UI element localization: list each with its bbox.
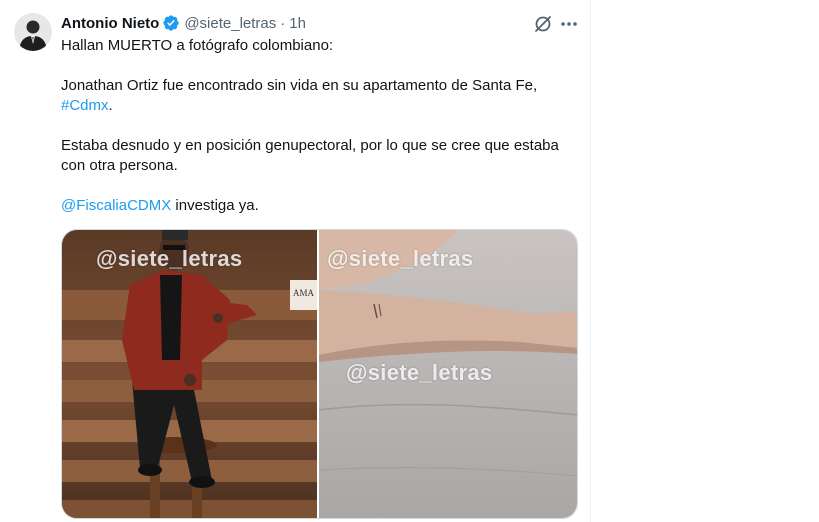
tweet-paragraph-1: Hallan MUERTO a fotógrafo colombiano:	[61, 37, 334, 54]
tweet-text: Hallan MUERTO a fotógrafo colombiano: Jo…	[61, 36, 581, 236]
sign-text: AMA	[293, 288, 315, 298]
separator-dot: ·	[280, 14, 286, 32]
display-name[interactable]: Antonio Nieto	[61, 15, 159, 32]
timestamp[interactable]: 1h	[289, 15, 306, 32]
tweet-paragraph-4: @FiscaliaCDMX investiga ya.	[61, 196, 581, 216]
photo-1-image: AMA	[62, 230, 317, 518]
tweet-header: Antonio Nieto @siete_letras · 1h	[61, 13, 306, 33]
verified-badge-icon	[162, 14, 180, 32]
media-photo-2[interactable]: @siete_letras @siete_letras	[319, 230, 577, 518]
tweet-paragraph-2: Jonathan Ortiz fue encontrado sin vida e…	[61, 76, 581, 116]
watermark-1: @siete_letras	[96, 246, 243, 271]
hashtag-link[interactable]: #Cdmx	[61, 97, 109, 114]
tweet[interactable]: Antonio Nieto @siete_letras · 1h Hallan …	[0, 0, 591, 522]
mention-link[interactable]: @FiscaliaCDMX	[61, 197, 171, 214]
paragraph-2-text: Jonathan Ortiz fue encontrado sin vida e…	[61, 77, 538, 94]
paragraph-4-text: investiga ya.	[171, 197, 259, 214]
watermark-3: @siete_letras	[346, 360, 493, 385]
tweet-paragraph-3: Estaba desnudo y en posición genupectora…	[61, 137, 559, 174]
more-options-icon[interactable]	[558, 14, 580, 34]
avatar[interactable]	[14, 13, 52, 51]
media-photo-1[interactable]: AMA @siete_letras	[62, 230, 317, 518]
handle[interactable]: @siete_letras	[184, 15, 276, 32]
avatar-image	[14, 13, 52, 51]
watermark-2: @siete_letras	[327, 246, 474, 271]
paragraph-2-end: .	[108, 97, 113, 114]
grok-icon[interactable]	[533, 14, 553, 34]
media-grid: AMA @siete_letras @siete_letras @siete_l…	[61, 229, 578, 519]
